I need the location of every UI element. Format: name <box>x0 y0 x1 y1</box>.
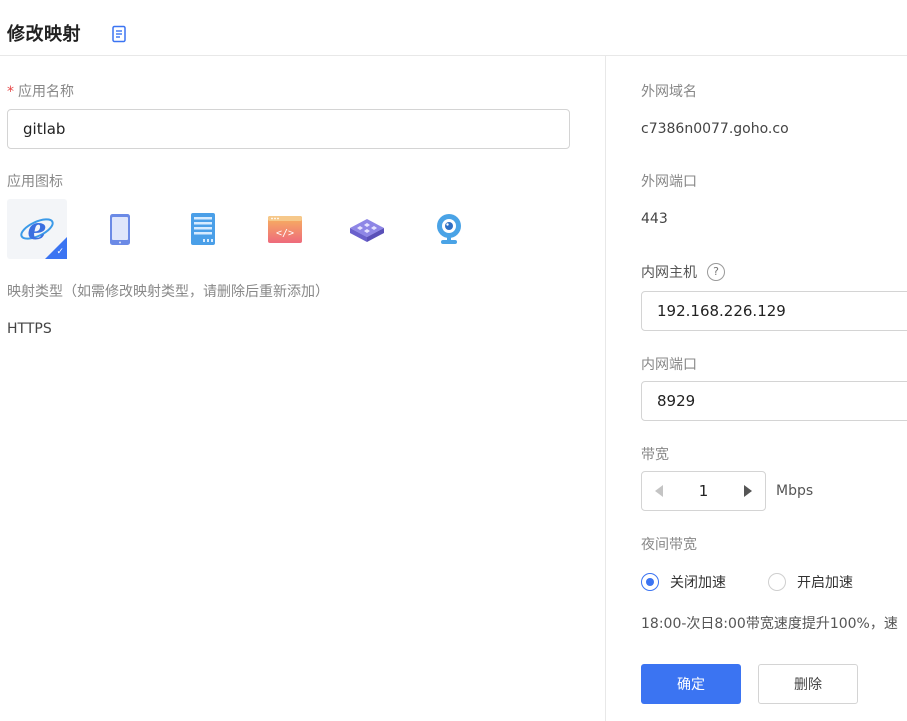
decrement-button[interactable] <box>642 472 676 510</box>
bandwidth-unit: Mbps <box>776 483 814 499</box>
router-icon <box>350 219 384 242</box>
svg-text:e: e <box>27 212 46 247</box>
radio-unchecked-icon <box>768 573 786 591</box>
app-icon-option-code[interactable]: </> <box>255 199 315 259</box>
page-header: 修改映射 <box>0 0 907 56</box>
page-title: 修改映射 <box>7 24 81 45</box>
bandwidth-stepper: 1 <box>641 471 766 511</box>
night-bandwidth-label: 夜间带宽 <box>641 537 697 553</box>
column-divider <box>605 56 606 721</box>
domain-label: 外网域名 <box>641 84 697 100</box>
app-icon-option-webcam[interactable] <box>419 199 479 259</box>
required-star: * <box>7 84 14 100</box>
mapping-type-label: 映射类型（如需修改映射类型，请删除后重新添加） <box>7 284 329 300</box>
domain-value: c7386n0077.goho.co <box>641 121 789 137</box>
arrow-left-icon <box>655 485 663 497</box>
internal-host-label: 内网主机? <box>641 262 725 282</box>
internal-port-label: 内网端口 <box>641 357 697 373</box>
check-icon: ✓ <box>56 247 64 257</box>
tablet-icon <box>110 214 130 245</box>
bandwidth-value[interactable]: 1 <box>676 472 731 510</box>
server-icon <box>191 213 215 245</box>
app-icon-label: 应用图标 <box>7 174 63 190</box>
radio-accel-on[interactable]: 开启加速 <box>768 572 853 592</box>
confirm-button[interactable]: 确定 <box>641 664 741 704</box>
radio-accel-off[interactable]: 关闭加速 <box>641 572 726 592</box>
app-icon-option-ie[interactable]: e ✓ <box>7 199 67 259</box>
app-icon-option-router[interactable] <box>337 199 397 259</box>
app-icon-option-server[interactable] <box>173 199 233 259</box>
bandwidth-label: 带宽 <box>641 447 669 463</box>
code-window-icon: </> <box>268 216 302 243</box>
delete-button[interactable]: 删除 <box>758 664 858 704</box>
internal-host-input[interactable] <box>641 291 907 331</box>
webcam-icon <box>437 214 461 244</box>
night-bandwidth-note: 18:00-次日8:00带宽速度提升100%，速 <box>641 616 898 632</box>
help-icon[interactable]: ? <box>707 263 725 281</box>
app-name-label: * 应用名称 <box>7 84 74 100</box>
radio-checked-icon <box>641 573 659 591</box>
internal-port-input[interactable] <box>641 381 907 421</box>
external-port-label: 外网端口 <box>641 174 697 190</box>
svg-text:</>: </> <box>276 228 294 239</box>
mapping-type-value: HTTPS <box>7 321 52 337</box>
external-port-value: 443 <box>641 211 668 227</box>
app-icon-option-tablet[interactable] <box>90 199 150 259</box>
increment-button[interactable] <box>731 472 765 510</box>
document-icon[interactable] <box>111 25 127 43</box>
arrow-right-icon <box>744 485 752 497</box>
app-name-input[interactable] <box>7 109 570 149</box>
